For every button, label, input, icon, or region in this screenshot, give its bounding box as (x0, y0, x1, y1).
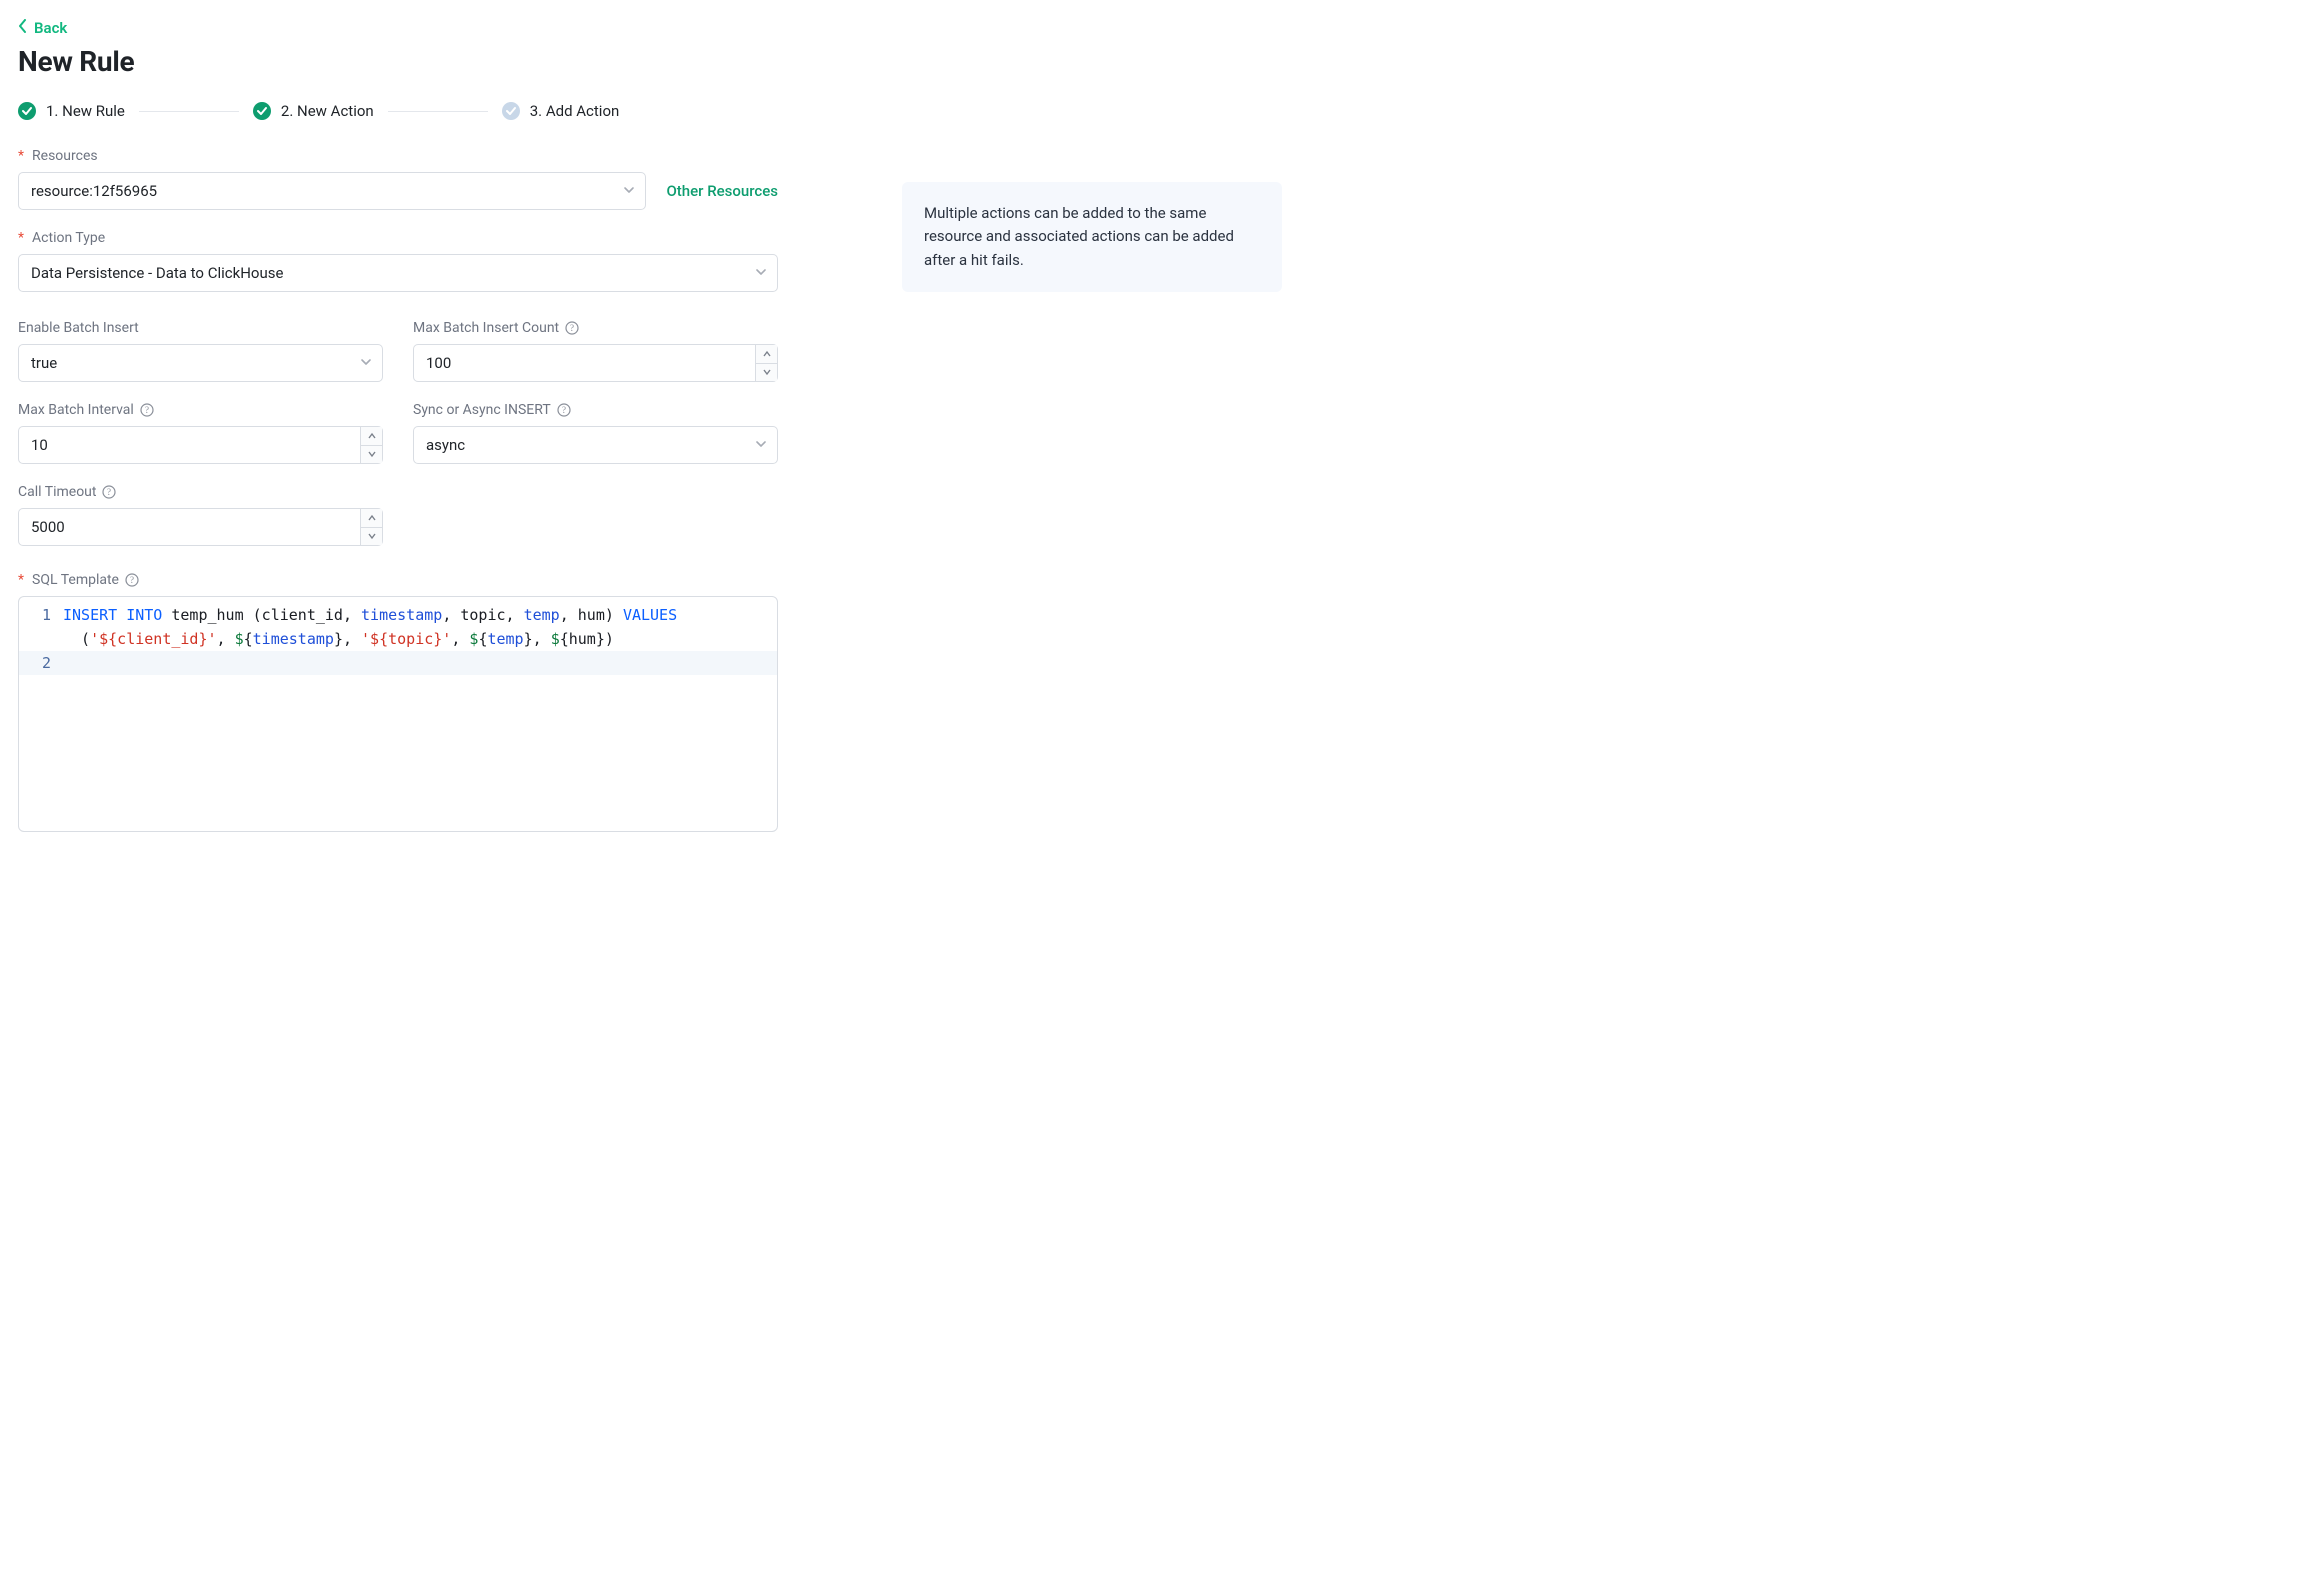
code-line-2 (63, 651, 777, 675)
stepper-down-button[interactable] (361, 527, 382, 546)
stepper-down-button[interactable] (361, 445, 382, 464)
sync-async-label: Sync or Async INSERT ? (413, 402, 778, 418)
step-label: 3. Add Action (530, 102, 620, 120)
hint-panel: Multiple actions can be added to the sam… (902, 182, 1282, 292)
svg-text:?: ? (107, 487, 111, 497)
chevron-left-icon (18, 19, 28, 37)
sql-template-label: *SQL Template ? (18, 572, 778, 588)
max-batch-interval-label: Max Batch Interval ? (18, 402, 383, 418)
gutter-spacer (19, 627, 63, 651)
line-number: 2 (19, 651, 63, 675)
step-label: 1. New Rule (46, 102, 125, 120)
input-value: 100 (426, 354, 755, 372)
enable-batch-select[interactable]: true (18, 344, 383, 382)
other-resources-link[interactable]: Other Resources (666, 182, 778, 200)
select-value: resource:12f56965 (31, 182, 157, 200)
help-icon[interactable]: ? (565, 321, 579, 335)
check-circle-icon (502, 102, 520, 120)
resources-label: *Resources (18, 148, 778, 164)
stepper: 1. New Rule 2. New Action 3. Add Action (18, 102, 1282, 120)
stepper-up-button[interactable] (361, 427, 382, 445)
sql-template-editor[interactable]: 1 INSERT INTO temp_hum (client_id, times… (18, 596, 778, 832)
max-batch-count-label: Max Batch Insert Count ? (413, 320, 778, 336)
select-value: true (31, 354, 57, 372)
step-label: 2. New Action (281, 102, 374, 120)
step-add-action[interactable]: 3. Add Action (502, 102, 620, 120)
chevron-down-icon (755, 264, 767, 282)
select-value: Data Persistence - Data to ClickHouse (31, 264, 283, 282)
page-title: New Rule (18, 45, 1282, 78)
back-link[interactable]: Back (18, 19, 67, 37)
sync-async-select[interactable]: async (413, 426, 778, 464)
resources-select[interactable]: resource:12f56965 (18, 172, 646, 210)
stepper-down-button[interactable] (756, 363, 777, 382)
action-type-select[interactable]: Data Persistence - Data to ClickHouse (18, 254, 778, 292)
stepper-up-button[interactable] (756, 345, 777, 363)
svg-text:?: ? (562, 405, 566, 415)
help-icon[interactable]: ? (125, 573, 139, 587)
help-icon[interactable]: ? (557, 403, 571, 417)
help-icon[interactable]: ? (102, 485, 116, 499)
help-icon[interactable]: ? (140, 403, 154, 417)
chevron-down-icon (360, 354, 372, 372)
svg-text:?: ? (130, 575, 134, 585)
max-batch-count-input[interactable]: 100 (413, 344, 778, 382)
hint-text: Multiple actions can be added to the sam… (924, 204, 1234, 269)
action-type-label: *Action Type (18, 230, 778, 246)
call-timeout-input[interactable]: 5000 (18, 508, 383, 546)
chevron-down-icon (755, 436, 767, 454)
input-value: 5000 (31, 518, 360, 536)
svg-text:?: ? (145, 405, 149, 415)
check-circle-icon (253, 102, 271, 120)
code-line-1b: ('${client_id}', ${timestamp}, '${topic}… (63, 627, 777, 651)
step-divider (388, 111, 488, 112)
check-circle-icon (18, 102, 36, 120)
line-number: 1 (19, 603, 63, 627)
step-divider (139, 111, 239, 112)
back-label: Back (34, 19, 67, 37)
chevron-down-icon (623, 182, 635, 200)
call-timeout-label: Call Timeout ? (18, 484, 383, 500)
svg-text:?: ? (570, 323, 574, 333)
step-new-action[interactable]: 2. New Action (253, 102, 374, 120)
input-value: 10 (31, 436, 360, 454)
max-batch-interval-input[interactable]: 10 (18, 426, 383, 464)
select-value: async (426, 436, 465, 454)
code-line-1: INSERT INTO temp_hum (client_id, timesta… (63, 603, 777, 627)
enable-batch-label: Enable Batch Insert (18, 320, 383, 336)
step-new-rule[interactable]: 1. New Rule (18, 102, 125, 120)
stepper-up-button[interactable] (361, 509, 382, 527)
